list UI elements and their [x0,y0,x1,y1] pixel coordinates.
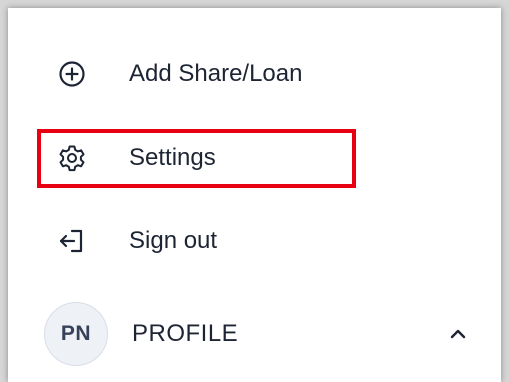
menu-item-settings[interactable]: Settings [8,128,501,188]
chevron-up-icon[interactable] [447,324,469,344]
sign-out-icon [58,227,86,255]
gear-icon [58,144,86,172]
plus-circle-icon [58,60,86,88]
menu-item-label: Settings [129,144,216,171]
account-menu-panel: Add Share/Loan Settings Sign out PN PROF… [8,8,501,382]
menu-item-label: Add Share/Loan [129,60,303,87]
menu-item-label: Sign out [129,227,218,254]
profile-toggle[interactable]: PN PROFILE [8,302,501,366]
menu-item-sign-out[interactable]: Sign out [8,211,501,271]
profile-label: PROFILE [132,320,239,347]
avatar: PN [44,302,108,366]
menu-item-add-share-loan[interactable]: Add Share/Loan [8,44,501,104]
